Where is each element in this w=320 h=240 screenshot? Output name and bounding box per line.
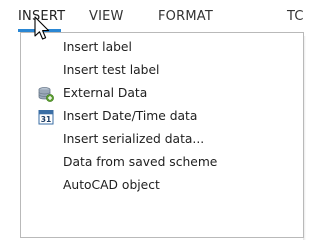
menu-item-label: External Data [63,86,148,100]
menu-item-autocad-object[interactable]: AutoCAD object [21,174,303,197]
database-add-icon [38,86,54,102]
menu-item-label: Insert label [63,40,132,54]
menu-item-insert-test-label[interactable]: Insert test label [21,59,303,82]
menu-item-insert-label[interactable]: Insert label [21,36,303,59]
menu-tab-format[interactable]: FORMAT [158,0,213,33]
menu-item-data-from-saved-scheme[interactable]: Data from saved scheme [21,151,303,174]
menu-item-label: Insert test label [63,63,160,77]
mouse-pointer-icon [34,16,54,44]
menu-item-label: Data from saved scheme [63,155,218,169]
calendar-icon: 31 [38,109,54,125]
menu-item-external-data[interactable]: External Data [21,82,303,105]
menu-item-insert-date-time-data[interactable]: 31 Insert Date/Time data [21,105,303,128]
menu-item-label: Insert Date/Time data [63,109,198,123]
menu-item-label: AutoCAD object [63,178,160,192]
menu-tab-truncated[interactable]: TC [287,0,304,33]
menu-tab-view[interactable]: VIEW [89,0,124,33]
calendar-icon-day: 31 [41,115,51,124]
menu-item-insert-serialized-data[interactable]: Insert serialized data... [21,128,303,151]
insert-dropdown-menu: Insert label Insert test label External … [20,32,304,238]
menu-item-label: Insert serialized data... [63,132,205,146]
